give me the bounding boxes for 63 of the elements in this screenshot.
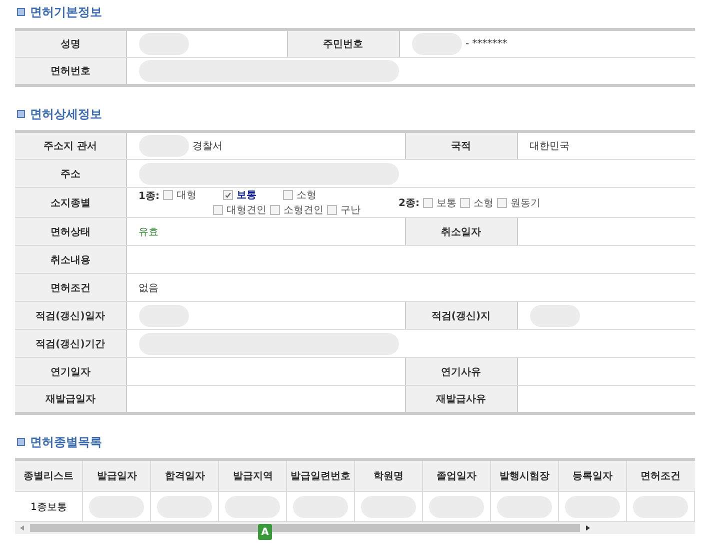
field-label: 주민번호 [287,30,399,58]
field-label: 국적 [405,132,517,160]
column-header: 종별리스트 [15,460,83,492]
field-label: 주소지 관서 [15,132,126,160]
checkbox-label: 소형 [296,189,316,202]
section-icon [17,110,25,118]
column-header: 등록일자 [558,460,626,492]
section-icon [17,438,25,446]
field-label: 연기일자 [15,358,126,386]
translate-badge[interactable]: A [258,524,272,540]
column-header: 발급일자 [82,460,151,492]
field-label: 재발급일자 [15,386,126,414]
checkbox-label: 보통 [436,196,456,210]
checkbox-label: 소형 [473,196,494,210]
field-value: 없음 [126,274,695,302]
column-header: 발급지역 [218,460,287,492]
value-text: - ******* [466,38,508,50]
checkbox[interactable] [327,205,338,215]
column-header: 학원명 [354,460,423,492]
field-label: 면허번호 [15,58,126,86]
column-header: 발행시험장 [490,460,558,492]
field-label: 취소내용 [15,246,126,274]
field-label: 성명 [15,30,126,58]
checkbox-label: 소형견인 [283,204,324,217]
checkbox[interactable] [223,190,234,200]
horizontal-scrollbar[interactable] [15,522,695,534]
checkbox[interactable] [213,205,224,215]
column-header: 합격일자 [150,460,219,492]
section-icon [17,8,25,16]
scroll-right-icon[interactable] [586,525,590,531]
section-title: 면허종별목록 [30,434,102,450]
field-label: 주소 [15,160,126,188]
column-header: 발급일련번호 [286,460,355,492]
checkbox-label: 대형 [176,189,196,202]
checkbox[interactable] [163,190,174,200]
checkbox[interactable] [283,190,294,200]
field-label: 소지종별 [15,188,126,218]
checkbox-label: 대형견인 [226,204,266,217]
section-title: 면허기본정보 [30,4,102,20]
field-label: 적검(갱신)일자 [15,302,126,330]
section-title: 면허상세정보 [30,106,102,122]
checkbox[interactable] [270,205,280,215]
column-header: 졸업일자 [422,460,491,492]
field-label: 재발급사유 [405,386,517,414]
checkbox-label: 구난 [340,204,360,217]
group-label: 2종: [398,197,420,210]
scroll-left-icon[interactable] [20,525,24,531]
field-label: 취소일자 [405,218,517,246]
field-label: 면허조건 [15,274,126,302]
group-label: 1종: [138,190,160,203]
checkbox[interactable] [460,198,470,208]
field-value: 대한민국 [517,132,695,160]
checkbox[interactable] [497,198,508,208]
field-label: 적검(갱신)기간 [15,330,126,358]
checkbox-label: 원동기 [510,196,540,210]
field-label: 연기사유 [405,358,517,386]
value-text: 경찰서 [192,141,222,152]
checkbox-label: 보통 [236,189,256,202]
checkbox[interactable] [423,198,434,208]
column-header: 면허조건 [626,460,694,492]
field-label: 적검(갱신)지 [405,302,517,330]
field-value: 유효 [126,218,405,246]
field-label: 면허상태 [15,218,126,246]
